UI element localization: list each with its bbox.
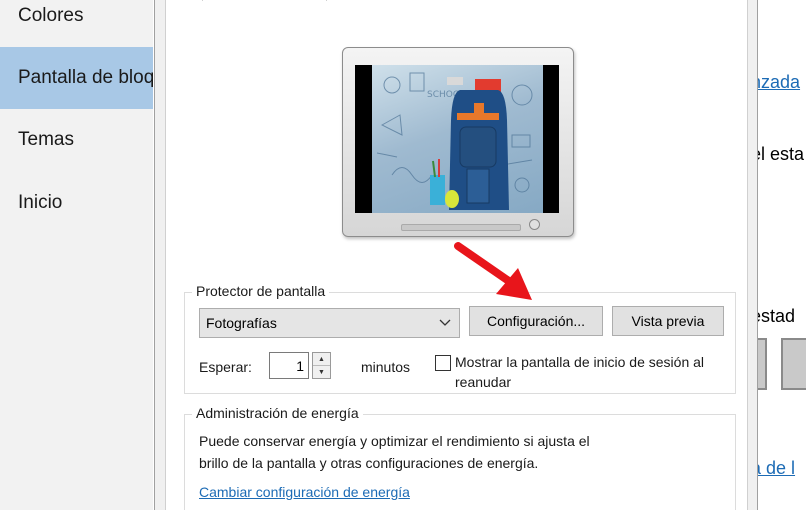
sidebar-item-inicio[interactable]: Inicio: [0, 172, 153, 234]
minutes-label: minutos: [361, 359, 411, 375]
screensaver-selected-value: Fotografías: [206, 315, 277, 331]
annotation-arrow-icon: [454, 242, 532, 300]
sidebar-item-label: Colores: [18, 5, 84, 26]
sidebar-item-pantalla-de-bloqueo[interactable]: Pantalla de bloqueo: [0, 47, 153, 109]
resume-checkbox[interactable]: [435, 355, 451, 371]
wait-minutes-input[interactable]: 1: [269, 352, 309, 379]
screensaver-legend: Protector de pantalla: [192, 283, 330, 299]
power-description: Puede conservar energía y optimizar el r…: [199, 433, 590, 449]
resume-checkbox-label-line2: reanudar: [455, 374, 512, 390]
monitor-base: [401, 224, 521, 231]
settings-page-background: nzada el esta estad a de l: [757, 0, 806, 510]
background-link-fragment[interactable]: a de l: [757, 458, 795, 479]
tab-screensaver[interactable]: [202, 0, 327, 1]
wait-spinner[interactable]: ▲ ▼: [312, 352, 331, 379]
spin-up-icon[interactable]: ▲: [313, 353, 330, 366]
settings-button[interactable]: Configuración...: [469, 306, 603, 336]
background-text-fragment: estad: [757, 306, 796, 326]
sidebar-item-label: Pantalla de bloqueo: [18, 67, 153, 88]
screensaver-select[interactable]: Fotografías: [199, 308, 460, 338]
power-led-icon: [529, 219, 540, 230]
change-power-settings-link[interactable]: Cambiar configuración de energía: [199, 484, 410, 500]
resume-checkbox-label: Mostrar la pantalla de inicio de sesión …: [455, 354, 705, 370]
preview-screen: SCHOOL: [355, 65, 559, 213]
settings-sidebar: Colores Pantalla de bloqueo Temas Inicio: [0, 0, 153, 510]
preview-button[interactable]: Vista previa: [612, 306, 724, 336]
preview-photo: SCHOOL: [372, 65, 543, 213]
background-button-fragment[interactable]: [757, 338, 767, 390]
sidebar-item-label: Temas: [18, 129, 74, 150]
power-legend: Administración de energía: [192, 405, 363, 421]
sidebar-item-temas[interactable]: Temas: [0, 109, 153, 171]
background-button-fragment[interactable]: [781, 338, 806, 390]
wait-label: Esperar:: [199, 359, 252, 375]
background-link-fragment[interactable]: nzada: [757, 72, 800, 93]
background-text-fragment: el esta: [757, 144, 805, 164]
chevron-down-icon: [439, 319, 451, 326]
spin-down-icon[interactable]: ▼: [313, 366, 330, 378]
sidebar-item-label: Inicio: [18, 192, 63, 213]
monitor-preview: SCHOOL: [342, 47, 574, 237]
sidebar-item-colores[interactable]: Colores: [0, 0, 153, 47]
power-description-line2: brillo de la pantalla y otras configurac…: [199, 455, 539, 471]
